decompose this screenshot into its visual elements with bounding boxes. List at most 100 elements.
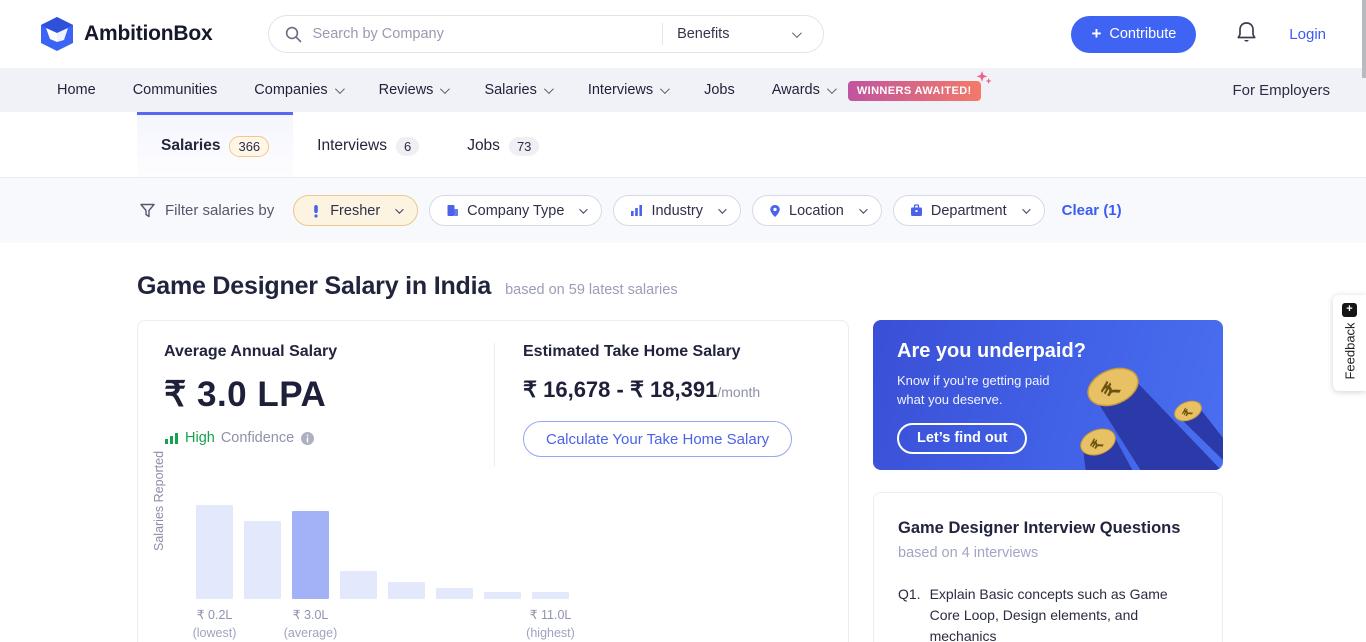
scrollbar-thumb[interactable] (1362, 0, 1366, 78)
underpaid-promo-card: ₹ ₹ ₹ Are you underpaid? Know if you’re … (873, 320, 1223, 470)
plus-icon: + (1091, 24, 1101, 44)
chevron-down-icon (1022, 205, 1030, 213)
filter-pill-company-type[interactable]: Company Type (429, 195, 602, 226)
funnel-icon (140, 203, 155, 218)
confidence-bars-icon (164, 432, 179, 445)
chart-bar (436, 588, 473, 599)
header: AmbitionBox Benefits + Contribute (0, 0, 1366, 68)
brand-name: AmbitionBox (84, 22, 212, 46)
info-icon[interactable] (300, 431, 315, 446)
login-link[interactable]: Login (1289, 26, 1326, 43)
chart-slot: ₹ 11.0L(highest) (532, 505, 569, 599)
take-home-section: Estimated Take Home Salary ₹ 16,678 - ₹ … (523, 343, 792, 467)
interview-questions-card: Game Designer Interview Questions based … (873, 492, 1223, 642)
feedback-label: Feedback (1342, 322, 1357, 379)
contribute-button[interactable]: + Contribute (1071, 16, 1196, 53)
chart-bar (196, 505, 233, 599)
chart-tick-label: ₹ 0.2L(lowest) (193, 607, 237, 640)
jobs-count-badge: 73 (509, 137, 539, 156)
take-home-suffix: /month (717, 384, 760, 400)
chevron-down-icon (718, 205, 726, 213)
salaries-count-badge: 366 (229, 136, 269, 157)
average-salary-section: Average Annual Salary ₹ 3.0 LPA High Con… (164, 343, 494, 467)
chevron-down-icon (395, 205, 403, 213)
search-icon (285, 26, 302, 43)
industry-icon (630, 204, 643, 217)
feedback-icon: + (1342, 303, 1357, 317)
right-column: ₹ ₹ ₹ Are you underpaid? Know if you’re … (873, 320, 1223, 642)
chart-slot (484, 505, 521, 599)
search-divider (662, 23, 663, 45)
chevron-down-icon (827, 84, 837, 94)
nav-item-salaries[interactable]: Salaries (484, 82, 550, 98)
for-employers-link[interactable]: For Employers (1232, 82, 1330, 99)
salary-bar-chart: Salaries Reported ₹ 0.2L(lowest)₹ 3.0L(a… (138, 505, 848, 642)
nav-item-reviews[interactable]: Reviews (379, 82, 448, 98)
nav-item-communities[interactable]: Communities (133, 82, 218, 98)
brand-logo[interactable]: AmbitionBox (40, 16, 212, 52)
page-subtitle: based on 59 latest salaries (505, 282, 678, 298)
winners-awaited-badge[interactable]: WINNERS AWAITED! (848, 82, 981, 98)
chart-bar (340, 571, 377, 599)
search-bar[interactable]: Benefits (268, 15, 824, 53)
lets-find-out-button[interactable]: Let’s find out (897, 423, 1027, 454)
filter-pill-fresher[interactable]: Fresher (293, 195, 418, 226)
chart-slot (244, 505, 281, 599)
chevron-down-icon (335, 84, 345, 94)
nav-item-jobs[interactable]: Jobs (704, 82, 735, 98)
feedback-tab[interactable]: + Feedback (1333, 295, 1366, 391)
notification-bell-icon[interactable] (1236, 20, 1257, 49)
chevron-down-icon (792, 28, 802, 38)
average-salary-value: ₹ 3.0 LPA (164, 375, 494, 415)
clear-filters-link[interactable]: Clear (1) (1062, 202, 1122, 219)
filter-caption: Filter salaries by (140, 202, 274, 219)
confidence-level: High (185, 430, 215, 446)
interview-questions-subtitle: based on 4 interviews (898, 545, 1198, 561)
chart-bar (484, 592, 521, 599)
fresher-icon (310, 204, 322, 218)
chart-slot (340, 505, 377, 599)
tab-jobs[interactable]: Jobs 73 (443, 112, 563, 177)
page-title: Game Designer Salary in India (137, 272, 491, 301)
chart-bar (292, 511, 329, 599)
average-salary-title: Average Annual Salary (164, 343, 494, 361)
tab-interviews[interactable]: Interviews 6 (293, 112, 443, 177)
interview-questions-list: Q1. Explain Basic concepts such as Game … (898, 584, 1198, 642)
tab-bar: Salaries 366 Interviews 6 Jobs 73 (0, 112, 1366, 178)
calculate-take-home-button[interactable]: Calculate Your Take Home Salary (523, 421, 792, 457)
page-title-row: Game Designer Salary in India based on 5… (137, 272, 1366, 301)
nav-item-home[interactable]: Home (57, 82, 96, 98)
tab-salaries[interactable]: Salaries 366 (137, 112, 293, 177)
nav-item-awards[interactable]: Awards (772, 82, 834, 98)
search-input[interactable] (312, 26, 656, 42)
filter-pill-location[interactable]: Location (752, 195, 882, 226)
chart-y-axis-label: Salaries Reported (152, 451, 166, 551)
chevron-down-icon (660, 84, 670, 94)
chart-tick-label: ₹ 11.0L(highest) (526, 607, 575, 640)
filter-pill-industry[interactable]: Industry (613, 195, 741, 226)
sparkle-icon (975, 71, 993, 91)
confidence-indicator: High Confidence (164, 430, 494, 446)
card-vertical-divider (494, 343, 495, 467)
company-type-icon (446, 204, 459, 217)
chart-slot (388, 505, 425, 599)
interview-question[interactable]: Q1. Explain Basic concepts such as Game … (898, 584, 1198, 642)
department-briefcase-icon (910, 204, 923, 217)
take-home-value: ₹ 16,678 - ₹ 18,391/month (523, 377, 792, 403)
chevron-down-icon (440, 84, 450, 94)
benefits-dropdown[interactable]: Benefits (677, 26, 807, 42)
promo-body: Know if you’re getting paid what you des… (897, 372, 1223, 410)
chart-bar (532, 592, 569, 599)
nav-item-interviews[interactable]: Interviews (588, 82, 667, 98)
main-content: Game Designer Salary in India based on 5… (0, 243, 1366, 642)
bar-chart-bars: ₹ 0.2L(lowest)₹ 3.0L(average)₹ 11.0L(hig… (196, 505, 848, 599)
page: AmbitionBox Benefits + Contribute (0, 0, 1366, 642)
filter-pill-department[interactable]: Department (893, 195, 1045, 226)
nav-item-companies[interactable]: Companies (254, 82, 341, 98)
header-actions: + Contribute Login (1071, 16, 1326, 53)
chevron-down-icon (580, 205, 588, 213)
chevron-down-icon (544, 84, 554, 94)
location-pin-icon (769, 204, 781, 218)
chart-slot (436, 505, 473, 599)
chart-tick-label: ₹ 3.0L(average) (284, 607, 338, 640)
